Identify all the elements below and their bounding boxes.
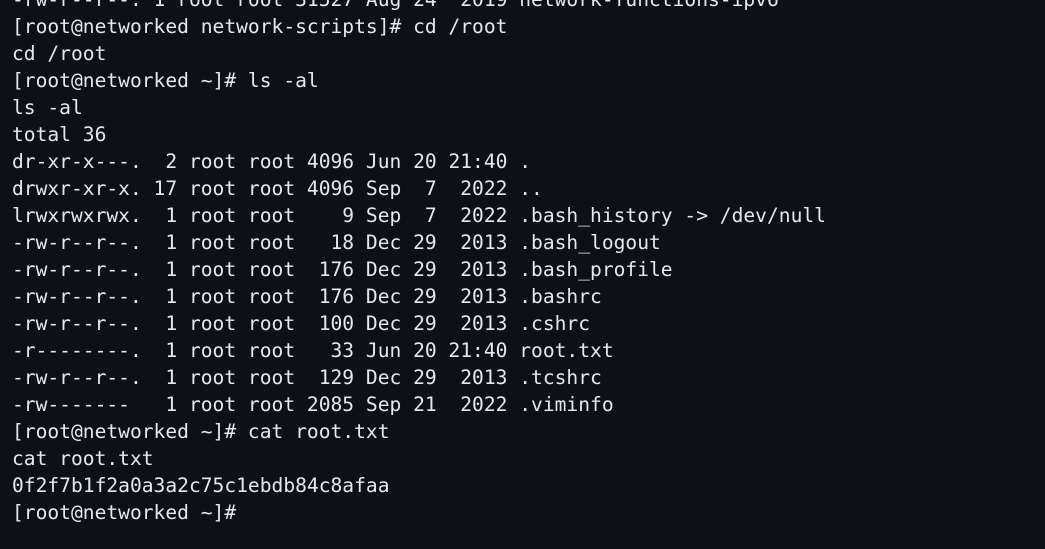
- terminal-window[interactable]: -rw-r--r--. 1 root root 31527 Aug 24 201…: [0, 0, 1045, 549]
- terminal-line-echo: ls -al: [12, 96, 83, 119]
- terminal-line-echo: cat root.txt: [12, 447, 154, 470]
- terminal-line-output: drwxr-xr-x. 17 root root 4096 Sep 7 2022…: [12, 177, 543, 200]
- terminal-line-output: -rw-r--r--. 1 root root 176 Dec 29 2013 …: [12, 258, 673, 281]
- terminal-line-output: total 36: [12, 123, 107, 146]
- terminal-line-output: lrwxrwxrwx. 1 root root 9 Sep 7 2022 .ba…: [12, 204, 826, 227]
- terminal-line-echo: cd /root: [12, 42, 107, 65]
- terminal-line-output: dr-xr-x---. 2 root root 4096 Jun 20 21:4…: [12, 150, 532, 173]
- terminal-line-output: -r--------. 1 root root 33 Jun 20 21:40 …: [12, 339, 614, 362]
- terminal-line-prompt: [root@networked network-scripts]# cd /ro…: [12, 15, 508, 38]
- terminal-line-partial: -rw-r--r--. 1 root root 31527 Aug 24 201…: [12, 0, 1045, 13]
- terminal-line-output: -rw-r--r--. 1 root root 18 Dec 29 2013 .…: [12, 231, 661, 254]
- terminal-line-prompt: [root@networked ~]# ls -al: [12, 69, 319, 92]
- terminal-line-output: -rw------- 1 root root 2085 Sep 21 2022 …: [12, 393, 614, 416]
- terminal-line-output: -rw-r--r--. 1 root root 176 Dec 29 2013 …: [12, 285, 602, 308]
- terminal-line-current-prompt[interactable]: [root@networked ~]#: [12, 499, 1045, 526]
- terminal-line-output: 0f2f7b1f2a0a3a2c75c1ebdb84c8afaa: [12, 474, 390, 497]
- terminal-line-prompt: [root@networked ~]# cat root.txt: [12, 420, 390, 443]
- terminal-line-output: -rw-r--r--. 1 root root 129 Dec 29 2013 …: [12, 366, 602, 389]
- terminal-output: -rw-r--r--. 1 root root 31527 Aug 24 201…: [12, 0, 1045, 526]
- terminal-line-output: -rw-r--r--. 1 root root 100 Dec 29 2013 …: [12, 312, 591, 335]
